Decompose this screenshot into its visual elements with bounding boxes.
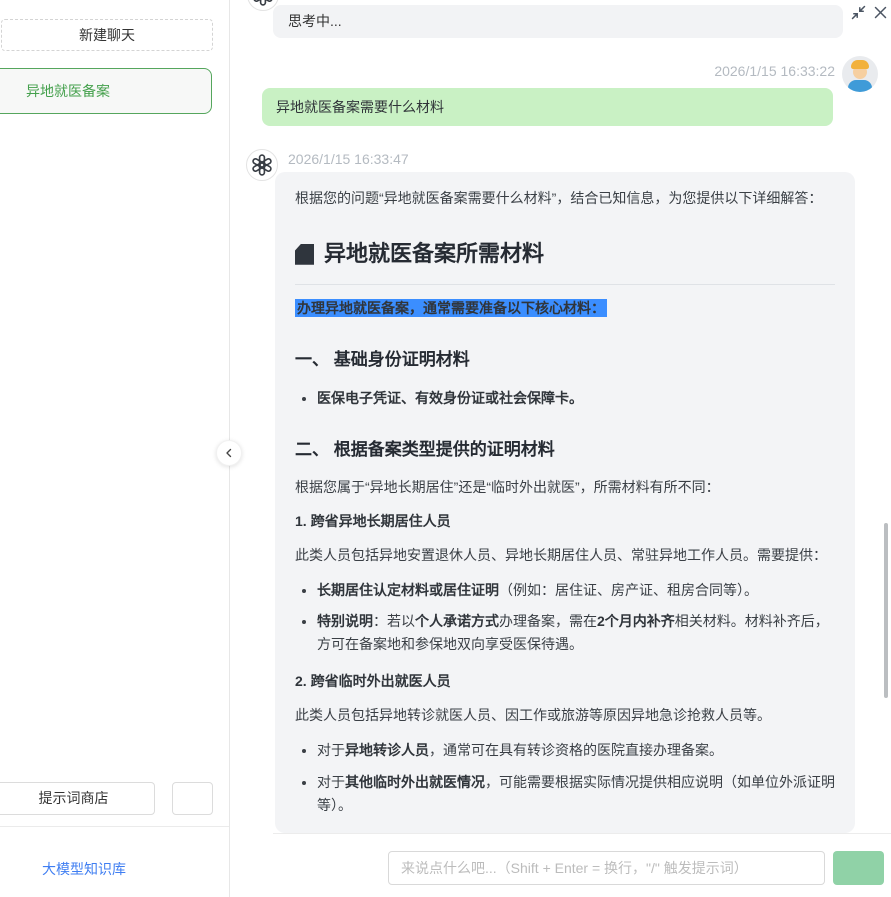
selected-text-highlight: 办理异地就医备案，通常需要准备以下核心材料： xyxy=(295,299,607,317)
sidebar-extra-button[interactable] xyxy=(172,782,213,815)
md-p: 此类人员包括异地转诊就医人员、因工作或旅游等原因异地急诊抢救人员等。 xyxy=(295,704,835,727)
list-item: 长期居住认定材料或居住证明（例如：居住证、房产证、租房合同等）。 xyxy=(317,579,835,602)
chat-panel: 思考中... 2026/1/15 16:33:22 xyxy=(230,0,891,897)
window-controls xyxy=(849,3,889,21)
md-p: 根据您的问题“异地就医备案需要什么材料”，结合已知信息，为您提供以下详细解答： xyxy=(295,187,835,210)
assistant-message-body: 根据您的问题“异地就医备案需要什么材料”，结合已知信息，为您提供以下详细解答： 异… xyxy=(295,187,835,833)
list-item: 特别说明：若以个人承诺方式办理备案，需在2个月内补齐相关材料。材料补齐后，方可在… xyxy=(317,610,835,656)
heading-divider xyxy=(295,284,835,285)
openai-logo-icon xyxy=(250,153,274,177)
md-ul: 医保电子凭证、有效身份证或社会保障卡。 xyxy=(295,387,835,410)
md-p: 根据您属于“异地长期居住”还是“临时外出就医”，所需材料有所不同： xyxy=(295,476,835,499)
user-avatar xyxy=(842,56,878,92)
md-p: 此类人员包括异地安置退休人员、异地长期居住人员、常驻异地工作人员。需要提供： xyxy=(295,544,835,567)
document-icon xyxy=(295,244,314,265)
sidebar-item-conversation[interactable]: 异地就医备案 xyxy=(0,68,212,114)
list-item: 对于异地转诊人员，通常可在具有转诊资格的医院直接办理备案。 xyxy=(317,739,835,762)
composer-divider xyxy=(273,833,891,834)
thinking-status-bubble: 思考中... xyxy=(273,5,843,38)
collapse-window-icon[interactable] xyxy=(849,3,867,21)
message-input[interactable] xyxy=(388,851,825,885)
knowledge-base-link[interactable]: 大模型知识库 xyxy=(42,859,126,879)
list-item: 对于其他临时外出就医情况，可能需要根据实际情况提供相应说明（如单位外派证明等）。 xyxy=(317,771,835,817)
assistant-message-bubble: 根据您的问题“异地就医备案需要什么材料”，结合已知信息，为您提供以下详细解答： 异… xyxy=(275,172,855,833)
openai-logo-icon xyxy=(251,0,275,7)
avatar-hair xyxy=(851,60,869,69)
sidebar: 新建聊天 异地就医备案 提示词商店 大模型知识库 xyxy=(0,0,230,897)
assistant-message-timestamp: 2026/1/15 16:33:47 xyxy=(288,151,409,167)
sidebar-divider xyxy=(0,826,229,827)
md-p: 1. 跨省异地长期居住人员 xyxy=(295,510,835,533)
close-icon[interactable] xyxy=(871,3,889,21)
md-h2: 一、 基础身份证明材料 xyxy=(295,346,835,374)
scrollbar-thumb[interactable] xyxy=(884,523,888,698)
user-message-bubble: 异地就医备案需要什么材料 xyxy=(262,88,833,126)
avatar-shirt xyxy=(848,80,872,92)
md-ul: 对于异地转诊人员，通常可在具有转诊资格的医院直接办理备案。对于其他临时外出就医情… xyxy=(295,739,835,816)
new-chat-button[interactable]: 新建聊天 xyxy=(1,19,213,51)
assistant-avatar xyxy=(246,149,278,181)
md-h2: 二、 根据备案类型提供的证明材料 xyxy=(295,436,835,464)
md-ul: 长期居住认定材料或居住证明（例如：居住证、房产证、租房合同等）。特别说明：若以个… xyxy=(295,579,835,656)
md-h1: 异地就医备案所需材料 xyxy=(295,236,835,272)
app-window: 新建聊天 异地就医备案 提示词商店 大模型知识库 xyxy=(0,0,891,897)
md-p: 办理异地就医备案，通常需要准备以下核心材料： xyxy=(295,297,835,320)
list-item: 医保电子凭证、有效身份证或社会保障卡。 xyxy=(317,387,835,410)
send-button[interactable] xyxy=(833,851,884,885)
md-p: 2. 跨省临时外出就医人员 xyxy=(295,670,835,693)
user-message-timestamp: 2026/1/15 16:33:22 xyxy=(714,63,835,79)
chevron-left-icon xyxy=(222,446,236,460)
prompt-store-button[interactable]: 提示词商店 xyxy=(0,782,155,815)
sidebar-collapse-button[interactable] xyxy=(216,440,242,466)
